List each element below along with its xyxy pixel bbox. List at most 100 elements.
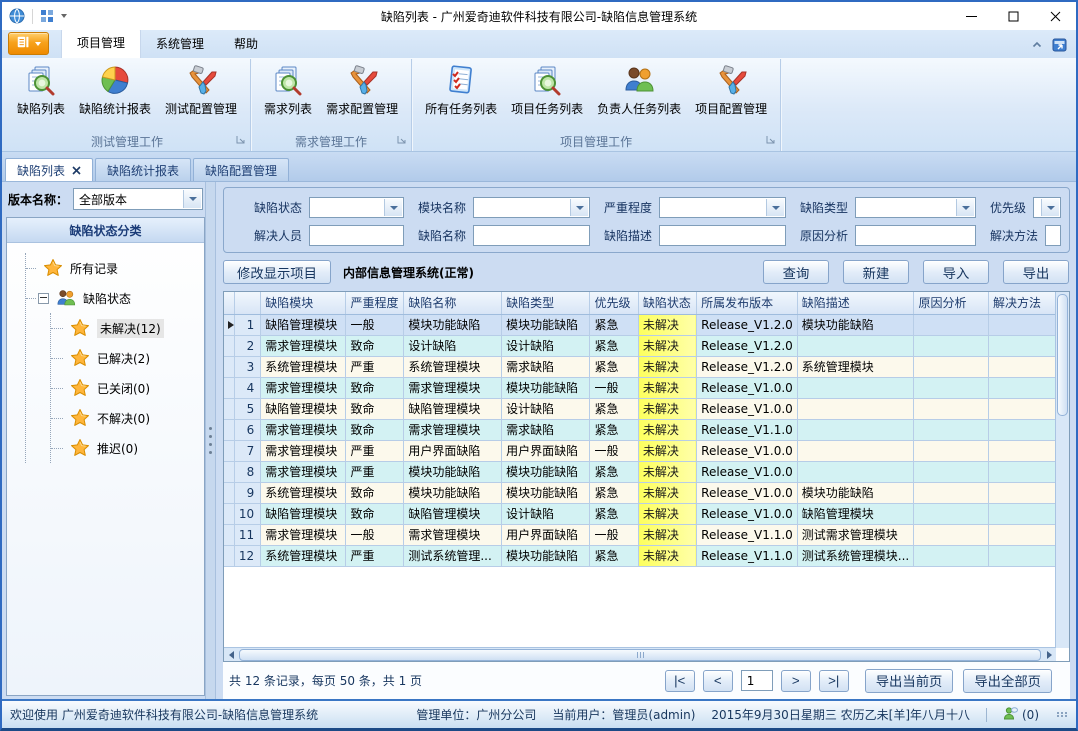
table-row[interactable]: 11需求管理模块一般需求管理模块用户界面缺陷一般未解决Release_V1.1.… [224,524,1056,545]
filter-combo[interactable] [659,197,786,218]
prev-page-button[interactable]: < [703,670,733,692]
cell-desc[interactable]: 缺陷管理模块 [797,503,914,524]
cell-release[interactable]: Release_V1.2.0 [697,356,798,377]
cell-release[interactable]: Release_V1.0.0 [697,461,798,482]
cell-solution[interactable] [989,314,1056,335]
cell-severity[interactable]: 致命 [346,377,404,398]
cell-name[interactable]: 模块功能缺陷 [404,314,502,335]
row-selector-cell[interactable] [224,461,234,482]
cell-status[interactable]: 未解决 [638,440,696,461]
messages-person-icon[interactable] [1003,706,1018,724]
cell-priority[interactable]: 紧急 [590,482,638,503]
cell-reason[interactable] [914,419,989,440]
cell-severity[interactable]: 致命 [346,419,404,440]
table-row[interactable]: 9系统管理模块致命模块功能缺陷模块功能缺陷紧急未解决Release_V1.0.0… [224,482,1056,503]
resize-grip[interactable] [1057,712,1068,717]
cell-type[interactable]: 设计缺陷 [502,335,590,356]
dialog-launcher-icon[interactable] [766,133,775,147]
filter-text-input[interactable] [660,226,785,245]
grid-header-reason[interactable]: 原因分析 [914,292,989,314]
cell-solution[interactable] [989,545,1056,566]
cell-type[interactable]: 设计缺陷 [502,398,590,419]
cell-release[interactable]: Release_V1.2.0 [697,335,798,356]
grid-header-module[interactable]: 缺陷模块 [261,292,346,314]
filter-combo-dropdown-button[interactable] [384,199,402,216]
filter-text-input[interactable] [1046,226,1060,245]
cell-desc[interactable] [797,398,914,419]
filter-text-input[interactable] [856,226,975,245]
cell-priority[interactable]: 紧急 [590,314,638,335]
version-combo-dropdown-button[interactable] [183,190,201,208]
tree-item-2[interactable]: 缺陷状态 [26,283,200,313]
export-all-pages-button[interactable]: 导出全部页 [963,669,1052,693]
cell-type[interactable]: 模块功能缺陷 [502,314,590,335]
cell-module[interactable]: 系统管理模块 [261,545,346,566]
cell-status[interactable]: 未解决 [638,356,696,377]
tree-item-4[interactable]: 已解决(2) [51,343,200,373]
ribbon-button[interactable]: 缺陷列表 [10,61,72,132]
quick-access-grid-icon[interactable] [40,9,54,23]
filter-input[interactable] [473,225,590,246]
grid-header-release[interactable]: 所属发布版本 [697,292,798,314]
next-page-button[interactable]: > [781,670,811,692]
cell-reason[interactable] [914,524,989,545]
cell-priority[interactable]: 一般 [590,440,638,461]
row-selector-cell[interactable] [224,524,234,545]
cell-status[interactable]: 未解决 [638,482,696,503]
cell-status[interactable]: 未解决 [638,398,696,419]
cell-module[interactable]: 缺陷管理模块 [261,314,346,335]
export-button[interactable]: 导出 [1003,260,1069,284]
sidebar-splitter[interactable] [205,182,216,699]
cell-name[interactable]: 设计缺陷 [404,335,502,356]
row-selector-cell[interactable] [224,503,234,524]
table-row[interactable]: 1缺陷管理模块一般模块功能缺陷模块功能缺陷紧急未解决Release_V1.2.0… [224,314,1056,335]
cell-severity[interactable]: 严重 [346,545,404,566]
cell-priority[interactable]: 紧急 [590,503,638,524]
cell-solution[interactable] [989,503,1056,524]
cell-status[interactable]: 未解决 [638,314,696,335]
import-button[interactable]: 导入 [923,260,989,284]
cell-type[interactable]: 设计缺陷 [502,503,590,524]
filter-combo[interactable] [1033,197,1061,218]
cell-module[interactable]: 缺陷管理模块 [261,398,346,419]
cell-module[interactable]: 系统管理模块 [261,482,346,503]
horizontal-scrollbar[interactable] [224,647,1056,661]
ribbon-button[interactable]: 负责人任务列表 [590,61,688,132]
cell-solution[interactable] [989,335,1056,356]
cell-desc[interactable] [797,377,914,398]
filter-combo[interactable] [473,197,590,218]
cell-reason[interactable] [914,356,989,377]
cell-severity[interactable]: 一般 [346,314,404,335]
cell-release[interactable]: Release_V1.0.0 [697,503,798,524]
ribbon-button[interactable]: 需求列表 [257,61,319,132]
cell-status[interactable]: 未解决 [638,461,696,482]
cell-type[interactable]: 用户界面缺陷 [502,440,590,461]
tree-item-7[interactable]: 推迟(0) [51,433,200,463]
close-button[interactable] [1034,3,1076,30]
cell-priority[interactable]: 紧急 [590,335,638,356]
close-tab-icon[interactable] [72,166,81,175]
row-selector-cell[interactable] [224,314,234,335]
filter-input[interactable] [855,225,976,246]
cell-solution[interactable] [989,356,1056,377]
cell-module[interactable]: 需求管理模块 [261,524,346,545]
cell-priority[interactable]: 紧急 [590,356,638,377]
table-row[interactable]: 4需求管理模块致命需求管理模块模块功能缺陷一般未解决Release_V1.0.0 [224,377,1056,398]
cell-severity[interactable]: 致命 [346,503,404,524]
quick-access-dropdown-icon[interactable] [61,14,67,18]
cell-release[interactable]: Release_V1.0.0 [697,398,798,419]
document-tab-3[interactable]: 缺陷配置管理 [193,158,289,181]
tree-item-1[interactable]: 所有记录 [26,253,200,283]
cell-reason[interactable] [914,545,989,566]
cell-release[interactable]: Release_V1.0.0 [697,440,798,461]
filter-combo-dropdown-button[interactable] [766,199,784,216]
page-number-input[interactable] [741,670,773,691]
cell-name[interactable]: 模块功能缺陷 [404,461,502,482]
tree-item-5[interactable]: 已关闭(0) [51,373,200,403]
cell-reason[interactable] [914,398,989,419]
collapse-ribbon-chevron-icon[interactable] [1032,40,1042,50]
cell-severity[interactable]: 严重 [346,440,404,461]
cell-status[interactable]: 未解决 [638,545,696,566]
cell-priority[interactable]: 一般 [590,377,638,398]
cell-reason[interactable] [914,440,989,461]
